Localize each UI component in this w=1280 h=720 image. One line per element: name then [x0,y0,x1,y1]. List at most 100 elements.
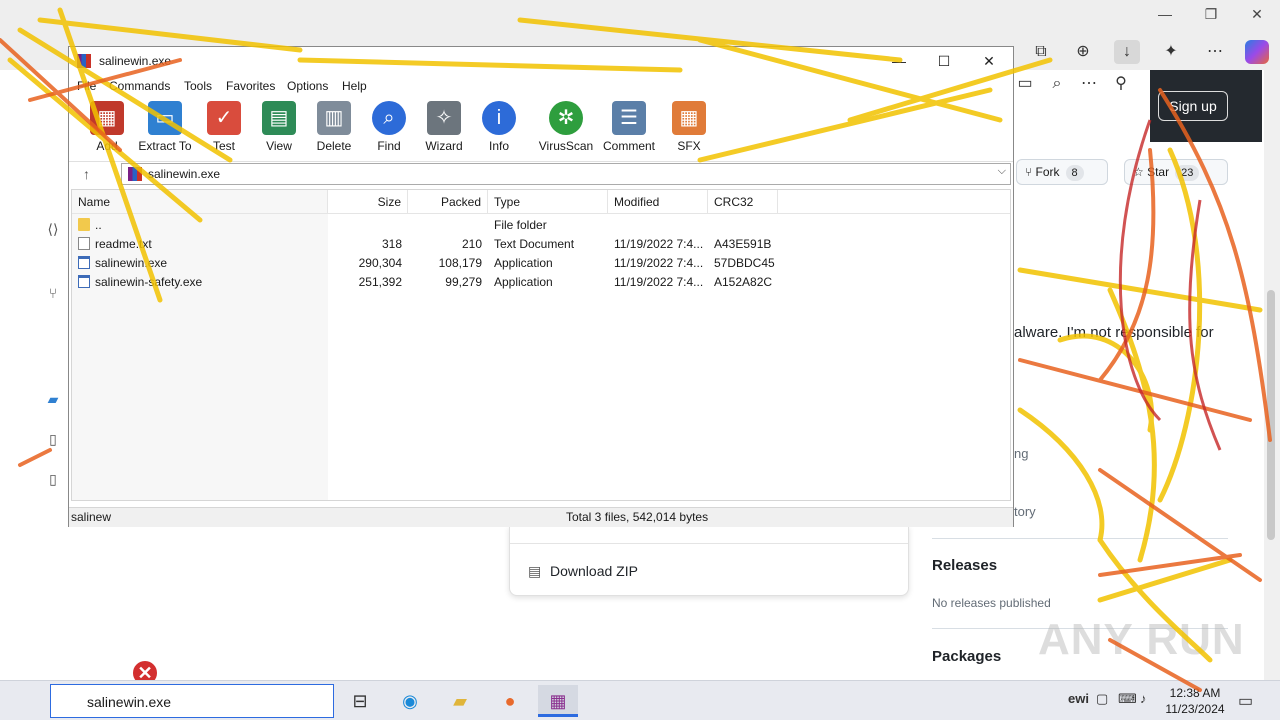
download-zip-link[interactable]: Download ZIP [550,563,638,579]
virusscan-button[interactable]: ✲ VirusScan [534,101,598,157]
network-icon[interactable]: ⌨ [1118,691,1137,707]
info-button[interactable]: i Info [467,101,531,157]
taskbar-search-box[interactable]: salinewin.exe [50,684,334,718]
edge-icon[interactable]: ◉ [390,685,430,717]
code-icon[interactable]: ⟨⟩ [38,214,68,244]
crc-cell: A43E591B [714,237,772,251]
text-file-icon [78,237,90,250]
sign-up-button[interactable]: Sign up [1158,91,1228,121]
releases-heading[interactable]: Releases [932,557,997,574]
winrar-taskbar-icon[interactable]: ▦ [538,685,578,717]
column-header-modified[interactable]: Modified [608,190,708,214]
wizard-icon: ✧ [427,101,461,135]
scrollbar-thumb[interactable] [1267,290,1275,540]
branch-icon[interactable]: ⑂ [38,278,68,308]
minimize-button[interactable]: — [877,50,921,72]
chevron-down-icon[interactable]: ⌵ [998,165,1006,178]
extract-to-label: Extract To [138,139,192,153]
type-cell: Application [494,275,553,289]
tray-app-icon[interactable]: ▢ [1096,691,1108,707]
browser-minimize-button[interactable]: — [1150,6,1180,22]
file-name: .. [95,218,102,232]
winrar-icon [77,54,91,68]
table-row[interactable]: salinewin-safety.exe 251,392 99,279 Appl… [72,273,1010,292]
browser-restore-button[interactable]: ❐ [1196,6,1226,23]
folder-icon[interactable]: ▰ [38,384,68,414]
view-icon: ▤ [262,101,296,135]
menu-help[interactable]: Help [342,79,367,93]
column-header-packed[interactable]: Packed [408,190,488,214]
application-icon [78,256,90,269]
task-view-icon[interactable]: ⊟ [340,685,380,717]
menu-tools[interactable]: Tools [184,79,212,93]
file-name-cell: readme.txt [72,235,328,254]
extract-to-button[interactable]: ▭ Extract To [133,101,197,157]
code-dropdown-panel: ▤ Download ZIP [509,526,909,596]
fork-icon: ⑂ [1025,165,1036,179]
packed-cell: 210 [461,237,482,251]
sfx-button[interactable]: ▦ SFX [657,101,721,157]
add-button[interactable]: ▦ Add [75,101,139,157]
file-name: salinewin.exe [95,256,168,270]
split-screen-icon[interactable]: ⧉ [1028,40,1054,64]
clock[interactable]: 12:38 AM 11/23/2024 [1160,685,1230,717]
file-icon[interactable]: ▯ [38,424,68,454]
table-row[interactable]: salinewin.exe 290,304 108,179 Applicatio… [72,254,1010,273]
table-row[interactable]: .. File folder [72,216,1010,235]
search-icon[interactable]: ⌕ [1044,72,1070,96]
star-button[interactable]: ☆ Star 23 [1124,159,1228,185]
zip-icon: ▤ [528,563,542,579]
fork-count: 8 [1065,165,1084,181]
packed-cell: 99,279 [445,275,482,289]
type-cell: Text Document [494,237,575,251]
divider [510,543,908,544]
menu-options[interactable]: Options [287,79,328,93]
copilot-icon[interactable] [1245,40,1269,64]
column-header-size[interactable]: Size [328,190,408,214]
notification-icon[interactable]: ▭ [1238,691,1253,711]
file-explorer-icon[interactable]: ▰ [440,685,480,717]
fork-button[interactable]: ⑂ Fork 8 [1016,159,1108,185]
tray-text: ewi [1068,691,1089,706]
find-icon: ⌕ [372,101,406,135]
maximize-button[interactable]: ☐ [922,50,966,72]
extensions-icon[interactable]: ✦ [1158,40,1184,64]
volume-icon[interactable]: ♪ [1140,691,1147,706]
path-text: salinewin.exe [148,167,221,181]
path-field[interactable]: salinewin.exe ⌵ [121,163,1011,185]
more-menu-icon[interactable]: ⋯ [1202,40,1228,64]
sfx-label: SFX [677,139,701,153]
file-icon[interactable]: ▯ [38,464,68,494]
open-folder-icon[interactable]: ▭ [1012,72,1038,96]
application-icon [78,275,90,288]
column-header-crc32[interactable]: CRC32 [708,190,778,214]
column-header-type[interactable]: Type [488,190,608,214]
sidebar-link-fragment-2[interactable]: tory [1014,504,1036,519]
sidebar-link-fragment[interactable]: ng [1014,446,1028,461]
firefox-icon[interactable]: ● [490,685,530,717]
type-cell: Application [494,256,553,270]
delete-icon: ▥ [317,101,351,135]
menu-favorites[interactable]: Favorites [226,79,275,93]
pin-icon[interactable]: ⚲ [1108,72,1134,96]
menu-commands[interactable]: Commands [109,79,170,93]
file-list-header: Name Size Packed Type Modified CRC32 [72,190,1010,214]
virusscan-icon: ✲ [549,101,583,135]
comment-button[interactable]: ☰ Comment [597,101,661,157]
collections-icon[interactable]: ⊕ [1070,40,1096,64]
table-row[interactable]: readme.txt 318 210 Text Document 11/19/2… [72,235,1010,254]
column-header-name[interactable]: Name [72,190,328,214]
address-bar: ↑ salinewin.exe ⌵ [69,161,1013,187]
downloads-icon[interactable]: ↓ [1114,40,1140,64]
browser-close-button[interactable]: ✕ [1242,6,1272,23]
add-icon: ▦ [90,101,124,135]
winrar-titlebar[interactable]: salinewin.exe — ☐ ✕ [69,47,1013,75]
up-arrow-icon[interactable]: ↑ [83,166,90,182]
close-button[interactable]: ✕ [967,50,1011,72]
file-name: salinewin-safety.exe [95,275,203,289]
window-title: salinewin.exe [99,54,172,68]
status-left-text: salinew [71,510,112,524]
packages-heading[interactable]: Packages [932,648,1001,665]
menu-file[interactable]: File [77,79,96,93]
ellipsis-icon[interactable]: ⋯ [1076,72,1102,96]
